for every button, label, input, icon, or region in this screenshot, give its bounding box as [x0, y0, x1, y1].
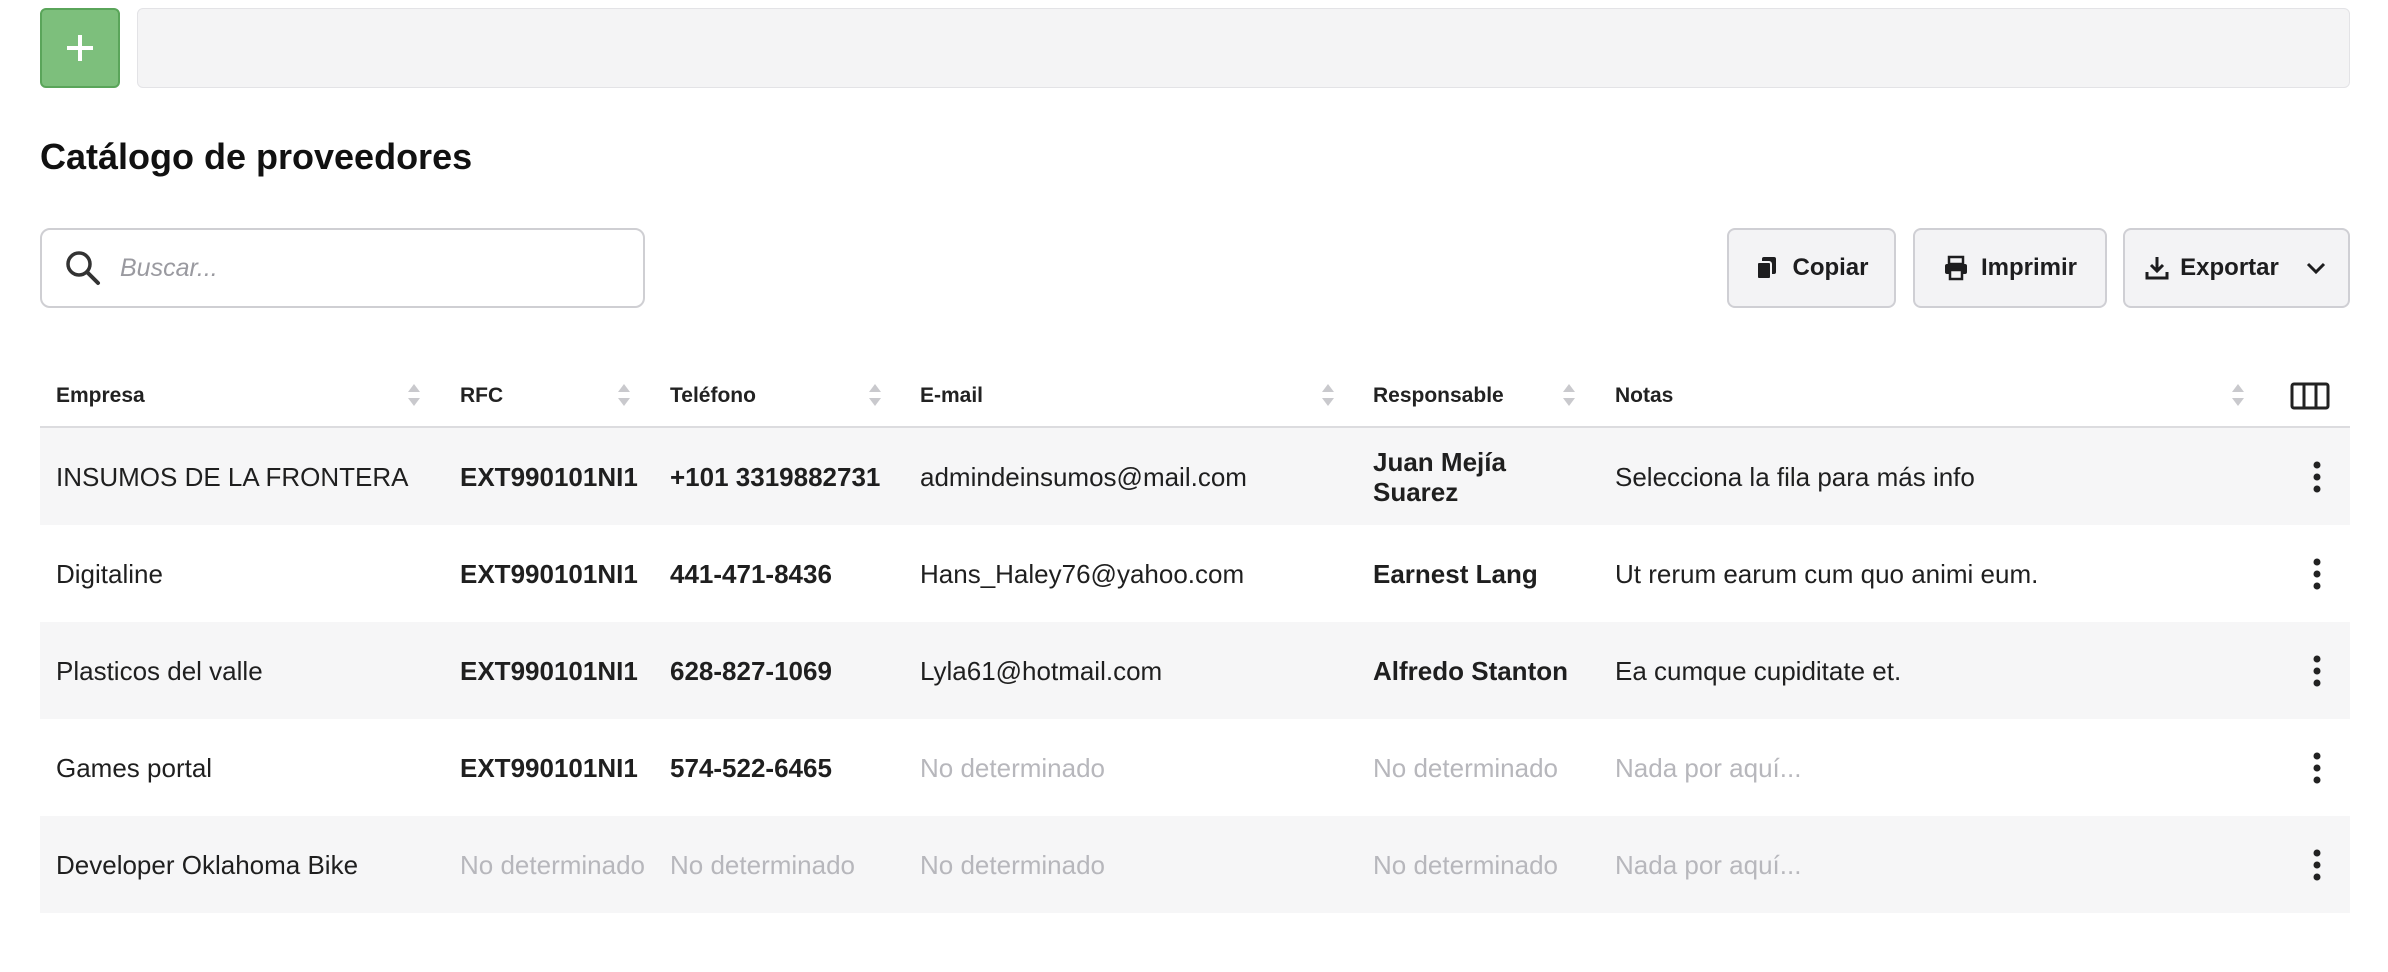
- copy-button[interactable]: Copiar: [1727, 228, 1896, 308]
- cell-telefono: 628-827-1069: [670, 655, 832, 686]
- sort-icon[interactable]: [617, 382, 631, 408]
- cell-rfc: EXT990101NI1: [460, 752, 638, 783]
- row-menu-button[interactable]: [2302, 655, 2332, 687]
- cell-notas: Selecciona la fila para más info: [1615, 461, 1975, 492]
- column-header-empresa[interactable]: Empresa: [56, 364, 145, 428]
- chevron-down-icon: [2306, 262, 2325, 275]
- download-icon: [2145, 257, 2169, 280]
- cell-email: No determinado: [920, 752, 1105, 783]
- cell-empresa: Developer Oklahoma Bike: [56, 849, 359, 880]
- search-icon: [64, 249, 102, 287]
- columns-icon[interactable]: [2290, 381, 2330, 411]
- copy-icon: [1756, 257, 1777, 280]
- column-header-telefono[interactable]: Teléfono: [670, 364, 756, 428]
- cell-email: Hans_Haley76@yahoo.com: [920, 558, 1245, 589]
- sort-icon[interactable]: [2231, 382, 2245, 408]
- cell-responsable: No determinado: [1373, 849, 1558, 880]
- cell-empresa: Digitaline: [56, 558, 163, 589]
- plus-icon: [67, 35, 93, 61]
- row-menu-button[interactable]: [2302, 849, 2332, 881]
- export-label: Exportar: [2180, 254, 2279, 281]
- print-button[interactable]: Imprimir: [1913, 228, 2107, 308]
- row-menu-button[interactable]: [2302, 752, 2332, 784]
- cell-email: admindeinsumos@mail.com: [920, 461, 1247, 492]
- kebab-menu-icon: [2313, 655, 2321, 687]
- cell-telefono: +101 3319882731: [670, 461, 881, 492]
- sort-icon[interactable]: [1562, 382, 1576, 408]
- cell-notas: Ut rerum earum cum quo animi eum.: [1615, 558, 2039, 589]
- top-input-field[interactable]: [137, 8, 2350, 88]
- cell-empresa: Plasticos del valle: [56, 655, 263, 686]
- print-label: Imprimir: [1980, 254, 2078, 281]
- kebab-menu-icon: [2313, 849, 2321, 881]
- table-row[interactable]: Plasticos del valle EXT990101NI1 628-827…: [40, 622, 2350, 719]
- cell-telefono: 574-522-6465: [670, 752, 832, 783]
- cell-email: No determinado: [920, 849, 1105, 880]
- table-row[interactable]: INSUMOS DE LA FRONTERA EXT990101NI1 +101…: [40, 428, 2350, 525]
- kebab-menu-icon: [2313, 461, 2321, 493]
- cell-responsable: Juan Mejía Suarez: [1373, 446, 1506, 507]
- top-bar: [40, 8, 2350, 88]
- cell-rfc: No determinado: [460, 849, 645, 880]
- search-input[interactable]: [120, 253, 600, 283]
- column-header-email[interactable]: E-mail: [920, 364, 983, 428]
- sort-icon[interactable]: [1321, 382, 1335, 408]
- table-row[interactable]: Developer Oklahoma Bike No determinado N…: [40, 816, 2350, 913]
- page-title: Catálogo de proveedores: [40, 136, 473, 177]
- add-button[interactable]: [40, 8, 120, 88]
- row-menu-button[interactable]: [2302, 461, 2332, 493]
- table-header: Empresa RFC Teléfono E-mail Responsable …: [40, 364, 2350, 428]
- copy-label: Copiar: [1792, 254, 1869, 281]
- kebab-menu-icon: [2313, 752, 2321, 784]
- cell-rfc: EXT990101NI1: [460, 558, 638, 589]
- cell-notas: Ea cumque cupiditate et.: [1615, 655, 1902, 686]
- export-button[interactable]: Exportar: [2123, 228, 2350, 308]
- table-row[interactable]: Games portal EXT990101NI1 574-522-6465 N…: [40, 719, 2350, 816]
- cell-notas: Nada por aquí...: [1615, 849, 1802, 880]
- column-header-notas[interactable]: Notas: [1615, 364, 1673, 428]
- sort-icon[interactable]: [868, 382, 882, 408]
- table-row[interactable]: Digitaline EXT990101NI1 441-471-8436 Han…: [40, 525, 2350, 622]
- kebab-menu-icon: [2313, 558, 2321, 590]
- printer-icon: [1944, 255, 1967, 281]
- cell-responsable: Alfredo Stanton: [1373, 655, 1568, 686]
- cell-telefono: 441-471-8436: [670, 558, 832, 589]
- table-body: INSUMOS DE LA FRONTERA EXT990101NI1 +101…: [40, 428, 2350, 913]
- sort-icon[interactable]: [407, 382, 421, 408]
- search-box[interactable]: [40, 228, 645, 308]
- suppliers-table: Empresa RFC Teléfono E-mail Responsable …: [40, 364, 2350, 913]
- column-header-rfc[interactable]: RFC: [460, 364, 503, 428]
- cell-email: Lyla61@hotmail.com: [920, 655, 1163, 686]
- cell-responsable: No determinado: [1373, 752, 1558, 783]
- row-menu-button[interactable]: [2302, 558, 2332, 590]
- cell-empresa: INSUMOS DE LA FRONTERA: [56, 461, 409, 492]
- cell-rfc: EXT990101NI1: [460, 461, 638, 492]
- cell-notas: Nada por aquí...: [1615, 752, 1802, 783]
- cell-telefono: No determinado: [670, 849, 855, 880]
- cell-rfc: EXT990101NI1: [460, 655, 638, 686]
- cell-empresa: Games portal: [56, 752, 213, 783]
- cell-responsable: Earnest Lang: [1373, 558, 1538, 589]
- column-header-responsable[interactable]: Responsable: [1373, 364, 1504, 428]
